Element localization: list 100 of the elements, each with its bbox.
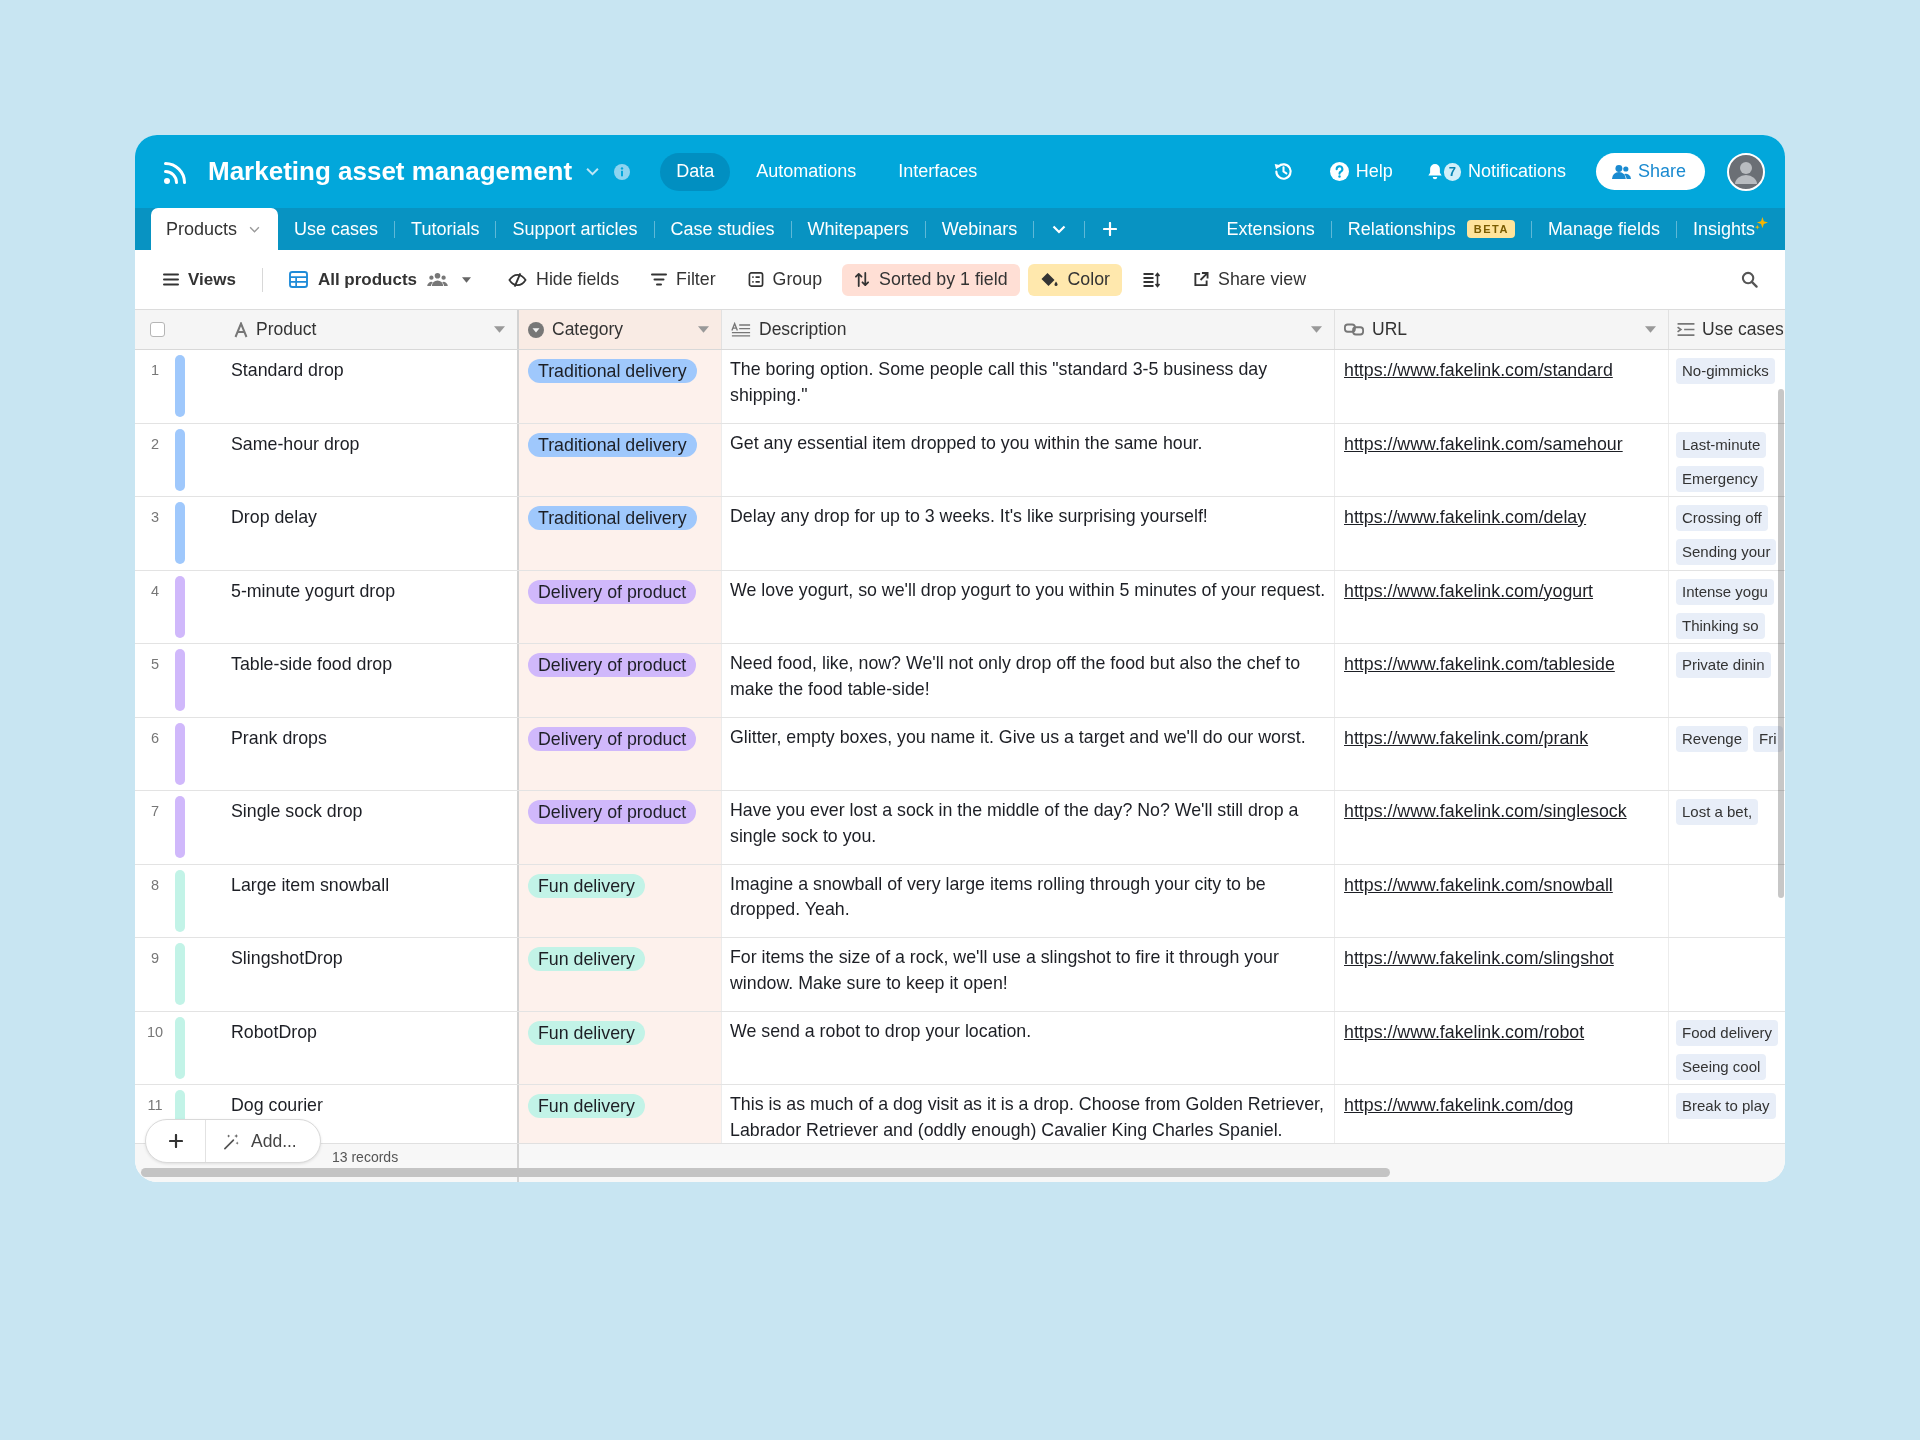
column-header[interactable]: Category [519,310,721,349]
row-number: 11 [146,1096,164,1115]
url-link[interactable]: https://www.fakelink.com/prank [1344,725,1589,751]
description-text: This is as much of a dog visit as it is a drop. Choose from Golden Retriever, Labrador Retriever and (oddly enough) Cavalier King Charles Spaniel. [730,1093,1325,1142]
table-tab[interactable]: Use cases [278,208,395,250]
table-tab[interactable]: Tutorials [395,208,496,250]
table-action-button[interactable]: Relationships BETA [1331,208,1531,250]
product-name: Large item snowball [231,873,390,897]
description-text: Have you ever lost a sock in the middle of the day? No? We'll still drop a single sock to you. [730,799,1300,848]
description-text: Imagine a snowball of very large items rolling through your city to be dropped. Yeah. [730,872,1267,921]
product-name: Single sock drop [231,800,363,823]
toolbar-button[interactable]: Group [735,263,835,296]
category-tag: Fun delivery [528,1094,645,1118]
description-text: Need food, like, now? We'll not only drop off the food but also the chef to make the food table-side! [730,652,1302,701]
vertical-scrollbar[interactable] [1778,389,1784,898]
sparkle-icon [1755,217,1768,230]
nav-tab[interactable]: Data [660,152,731,191]
caret-icon[interactable] [494,326,505,333]
column-header[interactable]: Use cases [1669,310,1785,349]
category-tag: Delivery of product [528,800,697,824]
select-all-checkbox[interactable] [150,322,165,337]
category-tag: Fun delivery [528,873,645,898]
description-text: Glitter, empty boxes, you name it. Give us a target and we'll do our worst. [730,725,1306,749]
url-link[interactable]: https://www.fakelink.com/standard [1344,358,1613,384]
url-link[interactable]: https://www.fakelink.com/samehour [1344,431,1623,457]
url-link[interactable]: https://www.fakelink.com/yogurt [1344,578,1594,604]
table-tab[interactable]: Support articles [496,208,654,250]
dropdown-circle-icon [528,321,544,338]
column-header[interactable]: Product [225,310,517,349]
table-tab[interactable]: Whitepapers [791,208,925,250]
people-icon [1611,163,1631,180]
description-text: We love yogurt, so we'll drop yogurt to you within 5 minutes of your request. [730,578,1326,602]
toolbar-button[interactable]: Filter [639,263,728,296]
table-tab[interactable]: Products [151,208,279,250]
url-link[interactable]: https://www.fakelink.com/tableside [1344,652,1615,678]
product-name: Standard drop [231,359,344,382]
url-link[interactable]: https://www.fakelink.com/singlesock [1344,799,1627,825]
toolbar-button[interactable]: Color [1027,263,1123,296]
table-action-button[interactable]: Manage fields [1531,208,1676,250]
link-icon [1344,322,1364,337]
list-square-icon [747,272,764,287]
row-number: 10 [145,1022,165,1042]
row-number: 6 [149,728,161,748]
add-button[interactable]: Add... [206,1120,320,1162]
bell-icon [1426,162,1443,181]
description-text: Delay any drop for up to 3 weeks. It's like surprising yourself! [730,505,1208,528]
row-number: 5 [149,655,161,674]
url-link[interactable]: https://www.fakelink.com/delay [1344,505,1587,531]
eye-slash-icon [508,271,528,288]
category-tag: Delivery of product [528,653,697,677]
column-header[interactable]: Description [722,310,1334,349]
table-tab[interactable]: Webinars [925,208,1034,250]
share-button[interactable]: Share [1595,153,1705,190]
category-tag: Traditional delivery [528,359,697,383]
toolbar-button[interactable]: Hide fields [496,263,632,296]
product-name: Prank drops [231,726,327,750]
paint-bucket-icon [1039,271,1059,288]
caret-icon[interactable] [1311,326,1322,333]
use-case-tag: Emergency [1676,465,1764,492]
product-name: SlingshotDrop [231,947,343,970]
notification-count-badge: 7 [1443,162,1461,181]
description-text: Get any essential item dropped to you within the same hour. [730,431,1203,455]
people-icon [427,272,449,287]
info-icon[interactable] [614,163,631,180]
category-tag: Traditional delivery [528,432,697,457]
caret-icon[interactable] [698,326,709,333]
use-case-tag: Sending your [1676,539,1777,565]
history-icon[interactable] [1272,161,1294,182]
menu-icon [163,272,179,287]
description-text: The boring option. Some people call this "standard 3-5 business day shipping." [730,358,1269,407]
horizontal-scrollbar[interactable] [141,1168,1390,1177]
use-case-tag: Intense yogu [1676,578,1774,605]
description-text: For items the size of a rock, we'll use a slingshot to fire it through your window. Make sure to keep it open! [730,946,1280,995]
toolbar-button[interactable]: Sorted by 1 field [842,263,1020,296]
category-tag: Traditional delivery [528,506,697,530]
notifications-label: Notifications [1467,161,1566,182]
caret-icon[interactable] [1645,326,1656,333]
table-action-button[interactable]: Insights [1676,208,1784,250]
row-number: 4 [149,581,161,601]
notifications-button[interactable]: 7 Notifications [1426,161,1566,182]
table-tab[interactable]: Case studies [654,208,791,250]
text-lines-icon [731,322,751,337]
avatar-icon[interactable] [1727,152,1765,191]
chevron-down-icon [249,225,261,233]
toolbar-button[interactable]: Share view [1181,263,1318,296]
letter-a-icon [234,321,248,338]
chevron-down-icon[interactable] [586,167,600,176]
table-grid-icon [288,271,308,288]
chevron-down-icon [1052,224,1067,234]
column-header[interactable]: URL [1335,310,1668,349]
view-switcher-button[interactable]: All products [282,263,489,296]
views-button[interactable]: Views [157,263,242,296]
url-link[interactable]: https://www.fakelink.com/dog [1344,1093,1574,1119]
category-tag: Fun delivery [528,1020,645,1045]
url-link[interactable]: https://www.fakelink.com/snowball [1344,872,1613,898]
search-icon [1741,271,1758,288]
table-action-button[interactable]: Extensions [1210,208,1331,250]
description-text: We send a robot to drop your location. [730,1019,1032,1043]
url-link[interactable]: https://www.fakelink.com/robot [1344,1019,1585,1045]
url-link[interactable]: https://www.fakelink.com/slingshot [1344,946,1614,972]
